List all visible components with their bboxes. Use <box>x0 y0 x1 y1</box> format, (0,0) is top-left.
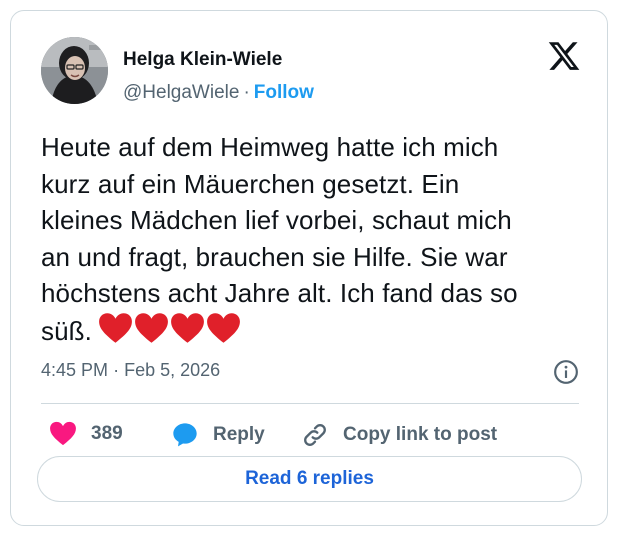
info-icon[interactable] <box>553 359 579 385</box>
meta-separator: · <box>113 360 120 380</box>
like-button[interactable]: 389 <box>49 421 123 446</box>
reply-button[interactable]: Reply <box>171 421 265 449</box>
heart-icon <box>50 421 76 446</box>
red-heart-emoji-icon <box>171 312 204 343</box>
tweet-line: kleines Mädchen lief vorbei, schaut mich <box>41 205 512 235</box>
red-heart-emoji-icon <box>135 312 168 343</box>
like-count: 389 <box>91 422 123 444</box>
tweet-last-line: süß. <box>41 312 601 354</box>
red-heart-emoji-icon <box>207 312 240 343</box>
read-replies-button[interactable]: Read 6 replies <box>37 456 582 502</box>
tweet-line: Heute auf dem Heimweg hatte ich mich <box>41 132 499 162</box>
author-handle-row: @HelgaWiele · Follow <box>123 82 314 104</box>
red-heart-emoji-icon <box>99 312 132 343</box>
tweet-line: an und fragt, brauchen sie Hilfe. Sie wa… <box>41 241 508 272</box>
handle-separator: · <box>243 82 250 103</box>
author-name[interactable]: Helga Klein-Wiele <box>123 49 282 71</box>
tweet-timestamp[interactable]: 4:45 PM · Feb 5, 2026 <box>41 360 220 381</box>
tweet-text: Heute auf dem Heimweg hatte ich mich kur… <box>41 129 601 353</box>
divider <box>41 403 579 404</box>
read-replies-label: Read 6 replies <box>245 468 374 489</box>
reply-bubble-icon <box>173 423 197 447</box>
link-icon <box>304 424 326 446</box>
tweet-line: kurz auf ein Mäuerchen gesetzt. Ein <box>41 168 460 199</box>
x-logo-icon[interactable] <box>547 39 581 73</box>
avatar[interactable] <box>41 37 108 104</box>
heart-emoji-group <box>98 312 242 354</box>
author-handle[interactable]: @HelgaWiele <box>123 82 239 103</box>
tweet-time: 4:45 PM <box>41 360 109 380</box>
tweet-line: süß. <box>41 315 92 346</box>
copy-link-button[interactable]: Copy link to post <box>301 421 497 449</box>
tweet-card: Helga Klein-Wiele @HelgaWiele · Follow Heu… <box>10 10 608 526</box>
tweet-line: höchstens acht Jahre alt. Ich fand das s… <box>41 278 518 308</box>
follow-button[interactable]: Follow <box>254 82 314 103</box>
copy-link-label: Copy link to post <box>343 424 498 445</box>
reply-label: Reply <box>213 424 265 445</box>
tweet-date: Feb 5, 2026 <box>124 360 221 380</box>
